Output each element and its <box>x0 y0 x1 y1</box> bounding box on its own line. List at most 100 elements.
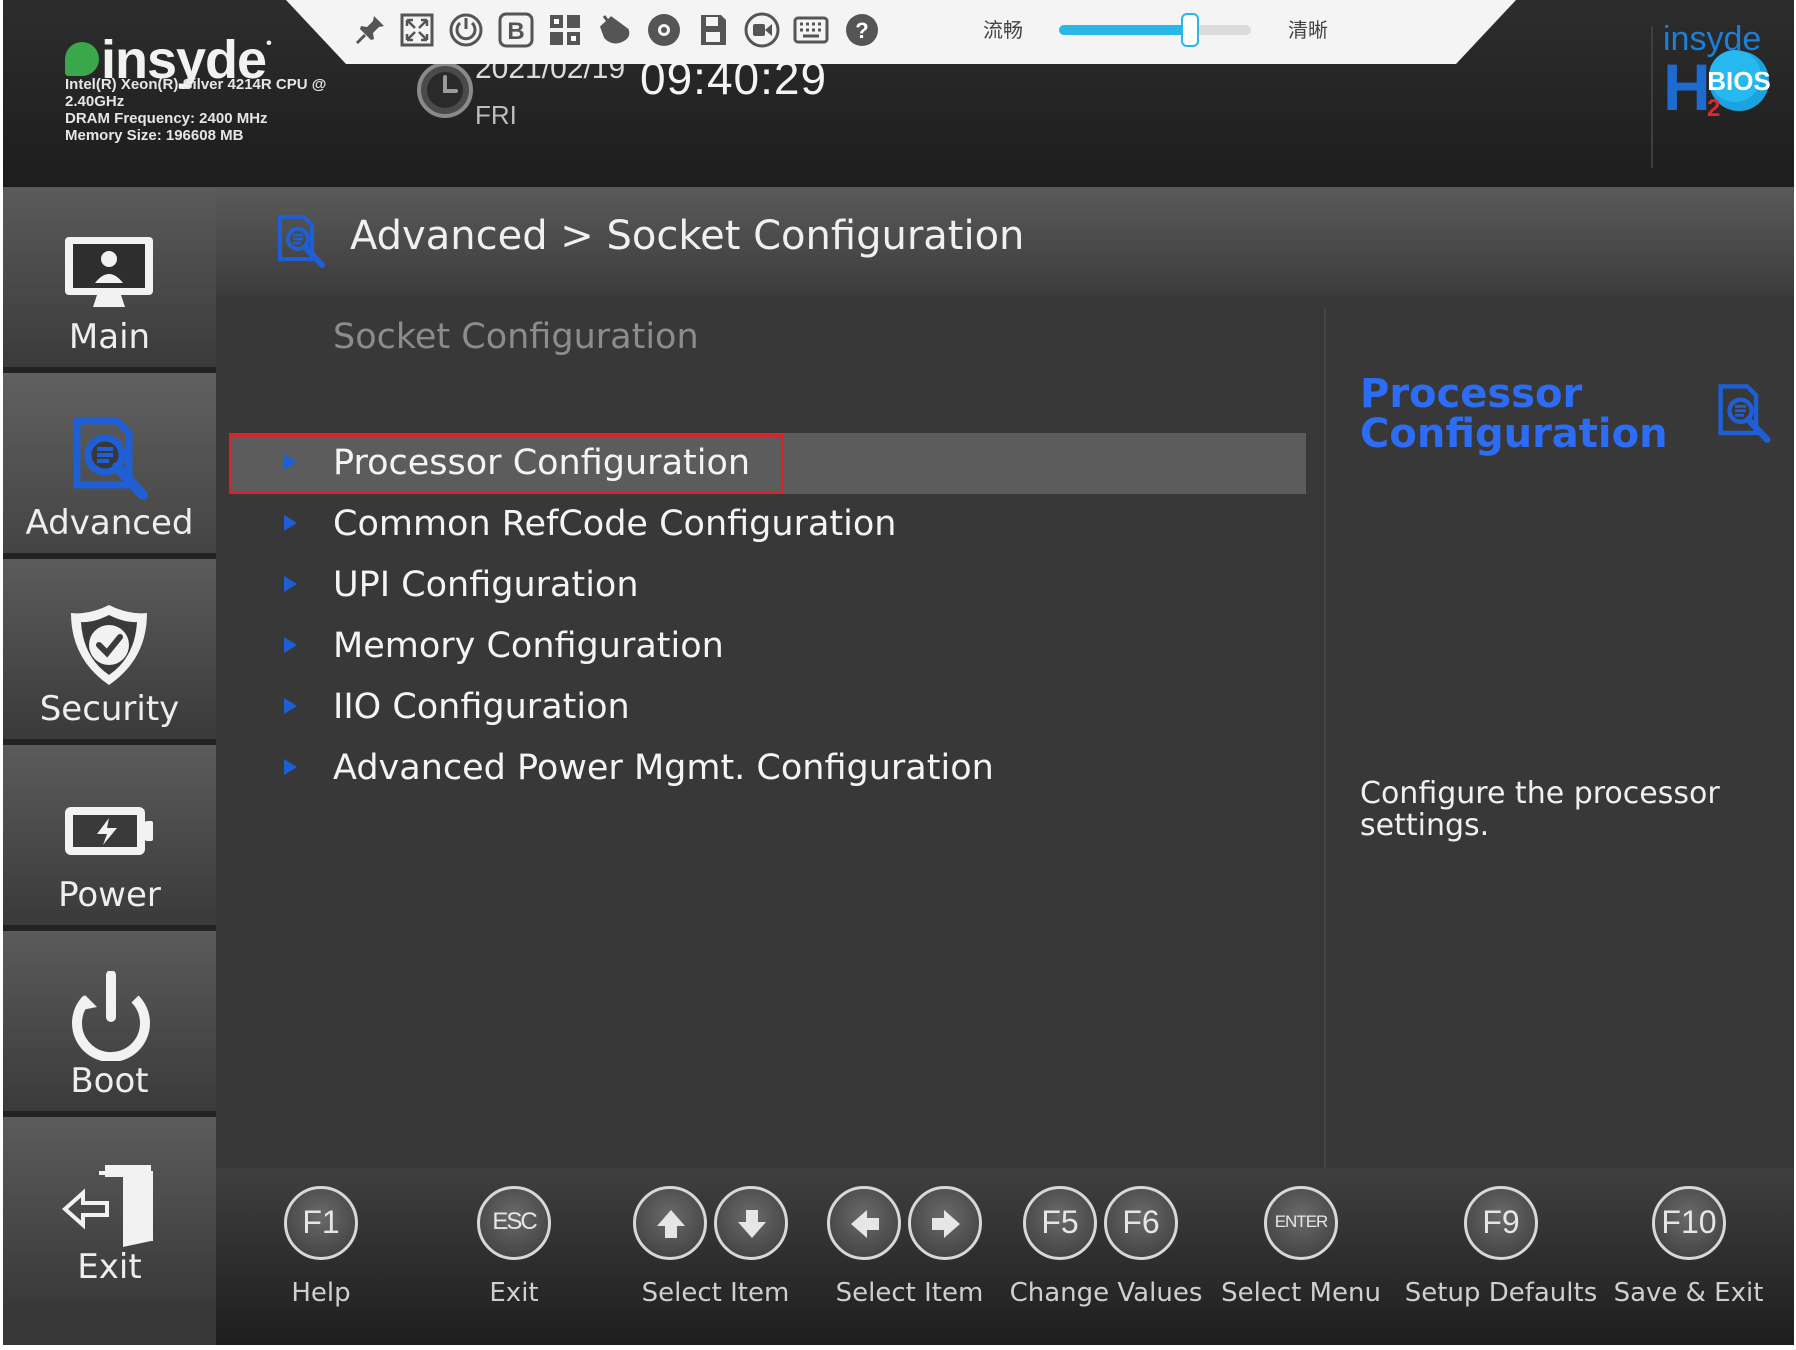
key-caption: Help <box>291 1278 351 1308</box>
cpu-info: Intel(R) Xeon(R) Silver 4214R CPU @ 2.40… <box>65 76 327 110</box>
key-select-item-vertical[interactable]: Select Item <box>628 1186 803 1336</box>
submenu-arrow-icon <box>284 515 297 531</box>
header: insyde• Intel(R) Xeon(R) Silver 4214R CP… <box>3 0 1794 187</box>
disc-icon[interactable] <box>646 12 682 48</box>
advanced-search-icon <box>1718 384 1771 443</box>
advanced-search-icon <box>73 417 148 500</box>
arrow-down-icon <box>738 1210 766 1238</box>
key-arrow-left[interactable] <box>827 1186 901 1260</box>
remote-toolbar: B ? 流畅 清晰 <box>286 0 1516 64</box>
key-select-menu[interactable]: ENTER Select Menu <box>1216 1186 1386 1336</box>
key-arrow-right[interactable] <box>908 1186 982 1260</box>
insyde-h2o-bios-logo: insyde H BIOS 2 <box>1663 20 1771 124</box>
submenu-arrow-icon <box>284 576 297 592</box>
menu-item-label: Memory Configuration <box>333 626 724 666</box>
sidebar-item-label: Main <box>68 317 151 357</box>
sidebar-item-label: Power <box>58 875 161 915</box>
keyboard-grid-icon[interactable] <box>547 12 583 48</box>
submenu-arrow-icon <box>284 637 297 653</box>
breadcrumb: Advanced > Socket Configuration <box>350 213 1025 259</box>
logo-badge: BIOS <box>1707 66 1771 96</box>
submenu-arrow-icon <box>284 454 297 470</box>
power-icon <box>72 971 150 1061</box>
sidebar-item-label: Exit <box>77 1247 142 1287</box>
help-icon[interactable]: ? <box>844 12 880 48</box>
menu-item-processor-configuration[interactable]: Processor Configuration <box>229 433 1306 494</box>
key-caption: Select Item <box>835 1278 984 1308</box>
sidebar-item-advanced[interactable]: Advanced <box>3 373 216 559</box>
power-icon[interactable] <box>448 12 484 48</box>
menu-item-iio-configuration[interactable]: IIO Configuration <box>229 677 1306 738</box>
sidebar-item-label: Advanced <box>25 503 194 543</box>
key-f10[interactable]: F10 <box>1652 1186 1726 1260</box>
dram-info: DRAM Frequency: 2400 MHz <box>65 110 268 127</box>
mouse-icon[interactable] <box>596 12 632 48</box>
key-help[interactable]: F1 Help <box>261 1186 381 1336</box>
help-description: Configure the processor settings. <box>1360 776 1720 843</box>
quality-slider-fill <box>1059 25 1190 35</box>
help-title: Processor Configuration <box>1360 371 1668 457</box>
key-caption: Select Item <box>641 1278 790 1308</box>
key-select-item-horizontal[interactable]: Select Item <box>822 1186 997 1336</box>
memory-info: Memory Size: 196608 MB <box>65 127 244 144</box>
quality-smooth-label[interactable]: 流畅 <box>983 17 1023 43</box>
bios-screen: insyde• Intel(R) Xeon(R) Silver 4214R CP… <box>3 0 1794 1345</box>
sidebar-item-power[interactable]: Power <box>3 745 216 931</box>
bold-b-icon[interactable]: B <box>498 12 534 48</box>
key-enter[interactable]: ENTER <box>1264 1186 1338 1260</box>
key-caption: Exit <box>489 1278 539 1308</box>
quality-slider[interactable] <box>1059 13 1251 47</box>
menu-item-label: Advanced Power Mgmt. Configuration <box>333 748 994 788</box>
key-caption: Setup Defaults <box>1404 1278 1598 1308</box>
sidebar: Main Advanced Security Power Boot Exit <box>3 187 216 1345</box>
sidebar-item-label: Security <box>39 689 180 729</box>
key-f9[interactable]: F9 <box>1464 1186 1538 1260</box>
sidebar-item-label: Boot <box>70 1061 149 1101</box>
key-arrow-up[interactable] <box>633 1186 707 1260</box>
svg-text:B: B <box>507 18 524 45</box>
key-setup-defaults[interactable]: F9 Setup Defaults <box>1401 1186 1601 1336</box>
quality-clear-label[interactable]: 清晰 <box>1288 17 1328 43</box>
sidebar-item-main[interactable]: Main <box>3 187 216 373</box>
menu-item-label: Common RefCode Configuration <box>333 504 897 544</box>
logo-sub: 2 <box>1707 95 1720 122</box>
arrow-left-icon <box>851 1210 879 1238</box>
key-f5[interactable]: F5 <box>1023 1186 1097 1260</box>
fullscreen-icon[interactable] <box>399 12 435 48</box>
arrow-up-icon <box>657 1210 685 1238</box>
key-change-values[interactable]: F5 F6 Change Values <box>1010 1186 1202 1336</box>
system-info: Intel(R) Xeon(R) Silver 4214R CPU @ 2.40… <box>65 76 385 144</box>
menu-item-label: Processor Configuration <box>333 443 751 483</box>
menu-item-label: IIO Configuration <box>333 687 630 727</box>
key-exit[interactable]: ESC Exit <box>454 1186 574 1336</box>
menu-item-upi-configuration[interactable]: UPI Configuration <box>229 555 1306 616</box>
help-panel: Processor Configuration Configure the pr… <box>1326 308 1794 1168</box>
key-caption: Select Menu <box>1221 1278 1381 1308</box>
menu-item-memory-configuration[interactable]: Memory Configuration <box>229 616 1306 677</box>
record-icon[interactable] <box>744 12 780 48</box>
key-caption: Save & Exit <box>1613 1278 1764 1308</box>
key-caption: Change Values <box>1009 1278 1203 1308</box>
virtual-keyboard-icon[interactable] <box>793 12 829 48</box>
clock-icon <box>417 62 473 118</box>
menu-item-label: UPI Configuration <box>333 565 639 605</box>
logo-letter: H <box>1663 50 1711 124</box>
key-f6[interactable]: F6 <box>1104 1186 1178 1260</box>
key-esc[interactable]: ESC <box>477 1186 551 1260</box>
sidebar-item-boot[interactable]: Boot <box>3 931 216 1117</box>
monitor-user-icon <box>65 237 153 307</box>
key-save-exit[interactable]: F10 Save & Exit <box>1601 1186 1776 1336</box>
battery-icon <box>65 807 153 855</box>
sidebar-item-exit[interactable]: Exit <box>3 1117 216 1303</box>
quality-slider-thumb[interactable] <box>1180 13 1199 47</box>
key-legend-footer: F1 Help ESC Exit Select Item Select Item <box>216 1168 1794 1345</box>
save-icon[interactable] <box>695 12 731 48</box>
weekday: FRI <box>475 100 517 130</box>
section-title: Socket Configuration <box>333 317 699 357</box>
menu-item-advanced-power-mgmt-configuration[interactable]: Advanced Power Mgmt. Configuration <box>229 738 1306 799</box>
sidebar-item-security[interactable]: Security <box>3 559 216 745</box>
menu-item-common-refcode-configuration[interactable]: Common RefCode Configuration <box>229 494 1306 555</box>
key-arrow-down[interactable] <box>714 1186 788 1260</box>
pin-icon[interactable] <box>352 12 388 48</box>
key-f1[interactable]: F1 <box>284 1186 358 1260</box>
